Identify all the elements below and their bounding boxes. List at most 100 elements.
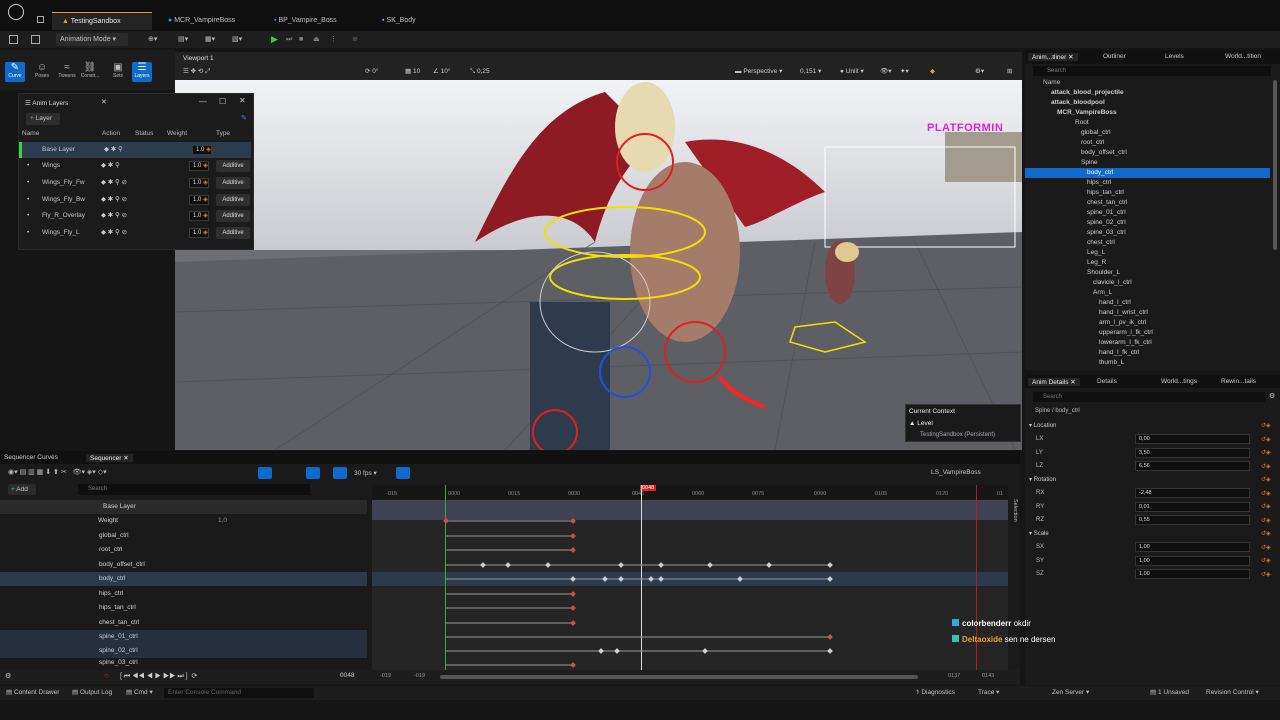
tree-item[interactable]: Shoulder_L (1087, 268, 1120, 278)
snap-rotate[interactable]: ∠ 10° (433, 66, 450, 78)
close-window-icon[interactable]: ✕ (239, 96, 246, 105)
key-icon[interactable]: ◈ (203, 175, 208, 191)
viewport[interactable]: Viewport 1 ☰ ✥ ⟲ ⤢ ⟳ 0° ▦ 10 ∠ 10° ⤡ 0,2… (175, 52, 1022, 450)
track-row[interactable]: chest_tan_ctrl (0, 616, 367, 630)
layer-type-button[interactable]: Additive (216, 227, 250, 239)
sequencer-settings-icon[interactable]: ⚙ (5, 672, 11, 680)
tree-item[interactable]: Arm_L (1093, 288, 1112, 298)
layer-row-fly-r-overlay[interactable]: • Fly_R_Overlay ◆ ✱ ⚲ ⊘ 1.0 ◈ Additive (19, 208, 251, 224)
track-row[interactable]: global_ctrl (0, 529, 367, 543)
track-row[interactable]: body_offset_ctrl (0, 558, 367, 572)
tree-item[interactable]: attack_blood_projectile (1051, 88, 1124, 98)
field-lz[interactable]: 6,56 (1135, 461, 1250, 471)
snap-toggle-icon[interactable] (258, 467, 272, 479)
timeline-scrollbar[interactable] (440, 675, 918, 679)
close-tab-icon[interactable]: ✕ (101, 98, 107, 106)
tree-item[interactable]: root_ctrl (1081, 138, 1104, 148)
sequence-name[interactable]: LS_VampireBoss (931, 469, 981, 476)
tab-world-partition[interactable]: World...tition (1225, 53, 1261, 60)
diagnostics-button[interactable]: ⚕ Diagnostics (916, 688, 955, 698)
tree-item[interactable]: global_ctrl (1081, 128, 1111, 138)
layer-actions[interactable]: ◆ ✱ ⚲ (104, 142, 123, 158)
tree-item[interactable]: hand_l_fk_ctrl (1099, 348, 1139, 358)
transport-controls[interactable]: [ ⏮ ◀◀ ◀ ▶ ▶▶ ⏭ ] ⟳ (120, 672, 197, 681)
curve-editor-icon[interactable] (396, 467, 410, 479)
layer-actions[interactable]: ◆ ✱ ⚲ ⊘ (101, 192, 127, 208)
blueprint-menu-icon[interactable]: ▤▾ (178, 33, 188, 46)
outliner-scrollbar[interactable] (1273, 80, 1277, 250)
maximize-viewport-icon[interactable]: ⊞ (1007, 66, 1012, 78)
tree-item[interactable]: spine_03_ctrl (1087, 228, 1126, 238)
range-end-field[interactable]: 0137 (948, 673, 960, 679)
mode-layers[interactable]: ☰ Layers (132, 62, 152, 82)
field-sx[interactable]: 1,00 (1135, 542, 1250, 552)
track-search[interactable]: Search (78, 484, 310, 495)
playhead-label[interactable]: 0048 (640, 485, 657, 491)
tree-item[interactable]: hips_tan_ctrl (1087, 188, 1124, 198)
snap-scale[interactable]: ⤡ 0,25 (470, 66, 490, 78)
tab-anim-outliner[interactable]: Anim...tliner ✕ (1028, 53, 1078, 61)
layer-row-base[interactable]: Base Layer ◆ ✱ ⚲ 1.0 ◈ (19, 142, 251, 158)
maximize-icon[interactable]: ☐ (219, 97, 226, 106)
fov-field[interactable]: 0,151 ▾ (800, 66, 821, 78)
perspective-button[interactable]: ▬ Perspective ▾ (735, 66, 782, 78)
performance-icon[interactable]: ✦▾ (900, 66, 909, 78)
track-row-selected[interactable]: body_ctrl (0, 572, 367, 586)
mode-tweens[interactable]: ≈ Tweens (57, 62, 77, 82)
timeline-ruler[interactable]: -015 0000 0015 0030 0045 0060 0075 0090 … (372, 485, 1008, 499)
stop-icon[interactable]: ■ (299, 33, 303, 46)
unreal-logo-icon[interactable] (8, 4, 24, 20)
tab-rewind-details[interactable]: Rewin...tails (1221, 378, 1256, 385)
field-ry[interactable]: 0,01 (1135, 502, 1250, 512)
tree-item[interactable]: thumb_L (1099, 358, 1124, 368)
key-icon[interactable]: ◈ (203, 192, 208, 208)
mode-poses[interactable]: ☺ Poses (32, 62, 52, 82)
tab-details[interactable]: Details (1097, 378, 1117, 385)
record-icon[interactable]: ○ (104, 671, 109, 680)
outliner-column-name[interactable]: Name (1043, 79, 1060, 86)
output-log-button[interactable]: ▤ Output Log (72, 688, 112, 698)
browse-icon[interactable] (31, 35, 40, 44)
context-value[interactable]: TestingSandbox (Persistent) (920, 432, 995, 438)
track-row[interactable]: root_ctrl (0, 543, 367, 557)
tree-item[interactable]: Leg_R (1087, 258, 1106, 268)
layer-type-button[interactable]: Additive (216, 177, 250, 189)
visibility-dot-icon[interactable]: • (27, 192, 29, 208)
add-track-button[interactable]: + Add (8, 484, 36, 495)
tab-levels[interactable]: Levels (1165, 53, 1184, 60)
tree-item[interactable]: hand_l_ctrl (1099, 298, 1131, 308)
tree-item[interactable]: MCR_VampireBoss (1057, 108, 1117, 118)
revision-control-button[interactable]: Revision Control ▾ (1206, 688, 1259, 698)
console-input[interactable]: Enter Console Command (164, 688, 314, 698)
snap-icon[interactable] (333, 467, 347, 479)
rig-settings-icon[interactable]: ◆ (930, 66, 935, 78)
field-rx[interactable]: -2,48 (1135, 488, 1250, 498)
viewport-tab[interactable]: Viewport 1 (183, 53, 214, 64)
tab-outliner[interactable]: Outliner (1103, 53, 1126, 60)
mode-dropdown[interactable]: Animation Mode ▾ (56, 33, 128, 46)
tree-item[interactable]: hips_ctrl (1087, 178, 1111, 188)
save-icon[interactable] (9, 35, 18, 44)
key-icon[interactable]: ◈ (206, 142, 211, 158)
cinematics-icon[interactable]: ▦▾ (205, 33, 215, 46)
settings-icon[interactable]: ≣ (352, 33, 358, 46)
key-icon[interactable]: ◈ (203, 208, 208, 224)
tree-item[interactable]: arm_l_pv_ik_ctrl (1099, 318, 1146, 328)
track-row-weight[interactable]: Weight 1,0 (0, 514, 367, 528)
visibility-dot-icon[interactable]: • (27, 158, 29, 174)
field-rz[interactable]: 0,55 (1135, 515, 1250, 525)
home-icon[interactable] (37, 16, 44, 23)
layer-type-button[interactable]: Additive (216, 210, 250, 222)
platforms-icon[interactable]: ⋮ (330, 33, 337, 46)
visibility-dot-icon[interactable]: • (27, 208, 29, 224)
section-scale[interactable]: ▾ Scale (1029, 530, 1049, 537)
mode-sets[interactable]: ▣ Sets (108, 62, 128, 82)
tree-item[interactable]: Root (1075, 118, 1089, 128)
details-settings-icon[interactable]: ⚙ (1269, 392, 1275, 400)
track-row[interactable]: spine_03_ctrl (0, 658, 367, 668)
track-value[interactable]: 1,0 (218, 514, 227, 528)
build-icon[interactable]: ▧▾ (232, 33, 242, 46)
tree-item[interactable]: chest_ctrl (1087, 238, 1115, 248)
reset-keys-column[interactable]: ↺◈ ↺◈ ↺◈ ↺◈ ↺◈ ↺◈ ↺◈ ↺◈ ↺◈ ↺◈ ↺◈ ↺◈ (1261, 420, 1277, 580)
magnet-icon[interactable] (306, 467, 320, 479)
